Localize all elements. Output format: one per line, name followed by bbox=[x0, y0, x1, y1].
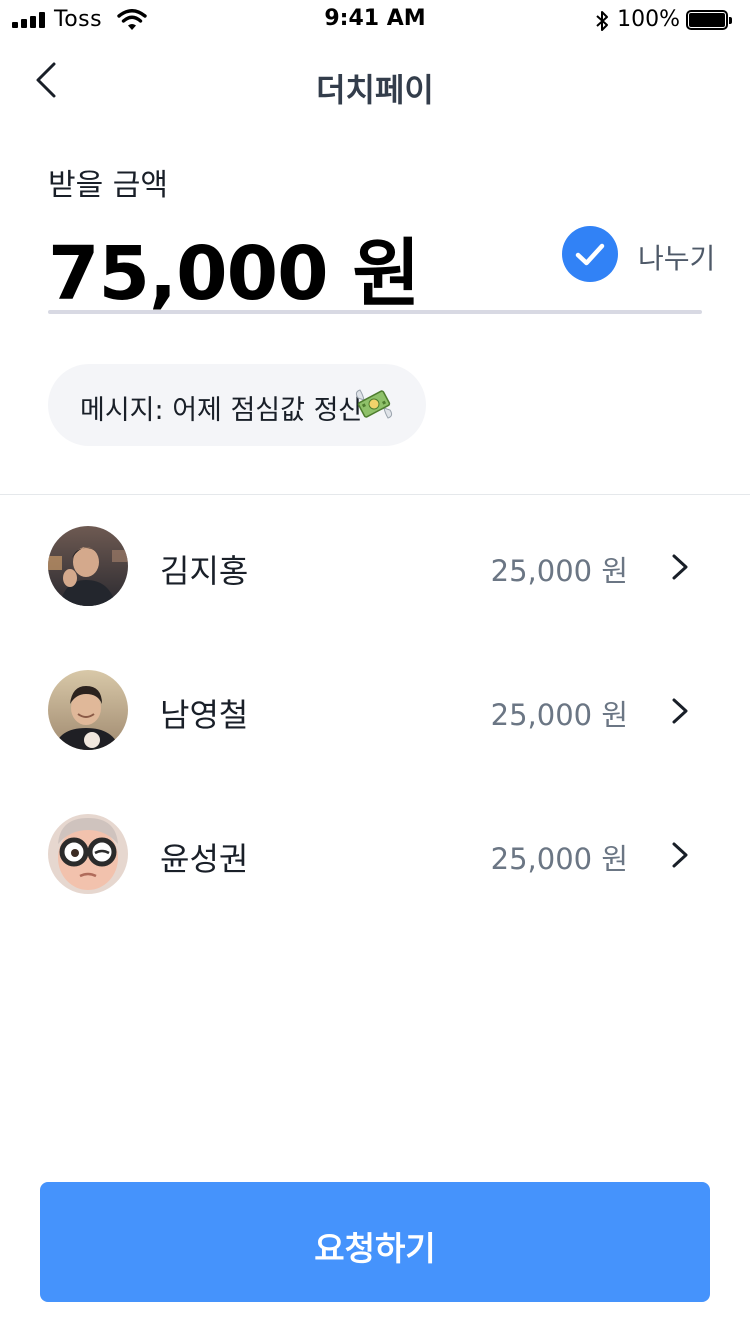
check-circle-icon bbox=[562, 226, 618, 282]
participant-row[interactable]: 김지홍 25,000 원 bbox=[0, 516, 750, 616]
amount-underline bbox=[48, 310, 702, 314]
navigation-bar: 더치페이 bbox=[0, 48, 750, 118]
participant-row[interactable]: 윤성권 25,000 원 bbox=[0, 804, 750, 904]
money-with-wings-icon bbox=[355, 389, 393, 419]
battery-percentage: 100% bbox=[617, 7, 680, 32]
participant-amount: 25,000 원 bbox=[490, 698, 628, 732]
section-divider bbox=[0, 494, 750, 495]
request-button[interactable]: 요청하기 bbox=[40, 1182, 710, 1302]
page-title: 더치페이 bbox=[316, 71, 434, 109]
message-text: 메시지: 어제 점심값 정산 bbox=[80, 395, 364, 426]
amount-label: 받을 금액 bbox=[48, 168, 168, 203]
status-bar: Toss 9:41 AM 100% bbox=[0, 0, 750, 40]
participant-amount: 25,000 원 bbox=[490, 842, 628, 876]
participant-name: 김지홍 bbox=[160, 552, 249, 590]
chevron-right-icon bbox=[672, 698, 688, 724]
avatar bbox=[48, 526, 128, 606]
split-toggle[interactable]: 나누기 bbox=[562, 226, 716, 286]
participant-name: 남영철 bbox=[160, 696, 249, 734]
chevron-right-icon bbox=[672, 842, 688, 868]
participant-amount: 25,000 원 bbox=[490, 554, 628, 588]
chevron-right-icon bbox=[672, 554, 688, 580]
participant-row[interactable]: 남영철 25,000 원 bbox=[0, 660, 750, 760]
split-label: 나누기 bbox=[638, 242, 716, 275]
avatar bbox=[48, 670, 128, 750]
amount-value[interactable]: 75,000 원 bbox=[48, 214, 420, 321]
message-chip[interactable]: 메시지: 어제 점심값 정산 bbox=[48, 364, 426, 446]
participant-name: 윤성권 bbox=[160, 840, 249, 878]
bluetooth-icon bbox=[596, 11, 608, 31]
battery-icon bbox=[686, 10, 734, 32]
avatar bbox=[48, 814, 128, 894]
request-button-label: 요청하기 bbox=[314, 1230, 436, 1267]
